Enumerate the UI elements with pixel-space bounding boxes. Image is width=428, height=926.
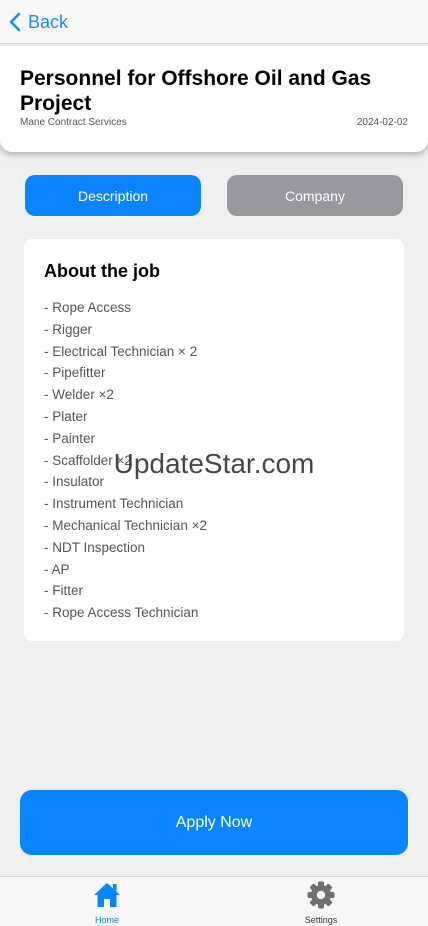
- job-list-item: - Mechanical Technician ×2: [44, 517, 207, 533]
- job-list-item: - Painter: [44, 430, 96, 446]
- tab-description[interactable]: Description: [25, 175, 201, 216]
- job-header-card: Personnel for Offshore Oil and Gas Proje…: [0, 46, 428, 152]
- back-button[interactable]: Back: [8, 8, 68, 36]
- tabbar-home-label: Home: [94, 915, 119, 925]
- tabbar-settings-label: Settings: [304, 915, 338, 925]
- tabbar-home[interactable]: Home: [67, 880, 147, 926]
- job-list-item: - Instrument Technician: [44, 496, 184, 512]
- company-name: Mane Contract Services: [20, 117, 127, 128]
- top-nav-bar: Back: [0, 0, 428, 44]
- job-list-item: - Rigger: [44, 321, 93, 337]
- job-list-item: - Plater: [44, 408, 88, 424]
- home-icon: [94, 883, 120, 907]
- job-list-item: - Fitter: [44, 583, 83, 599]
- tabbar-settings[interactable]: Settings: [281, 880, 361, 926]
- job-list-item: - NDT Inspection: [44, 539, 146, 555]
- section-title: About the job: [44, 261, 160, 281]
- back-label: Back: [28, 11, 69, 32]
- job-list-item: - Welder ×2: [44, 387, 114, 403]
- job-list-item: - Rope Access Technician: [44, 605, 199, 621]
- tab-company[interactable]: Company: [227, 175, 403, 216]
- job-list-item: - AP: [44, 561, 70, 577]
- about-job-card: About the job - Rope Access - Rigger - Ele…: [24, 239, 404, 641]
- gear-icon: [307, 881, 335, 909]
- job-title: Personnel for Offshore Oil and Gas Proje…: [20, 67, 372, 115]
- bottom-tab-bar: Home Settings: [0, 876, 428, 926]
- watermark: UpdateStar.com: [113, 448, 315, 479]
- apply-now-button[interactable]: Apply Now: [20, 790, 408, 855]
- post-date: 2024-02-02: [356, 117, 408, 128]
- chevron-left-icon: [9, 12, 21, 32]
- job-list-item: - Rope Access: [44, 300, 132, 315]
- job-list-item: - Pipefitter: [44, 365, 106, 381]
- job-list-item: - Electrical Technician × 2: [44, 343, 198, 359]
